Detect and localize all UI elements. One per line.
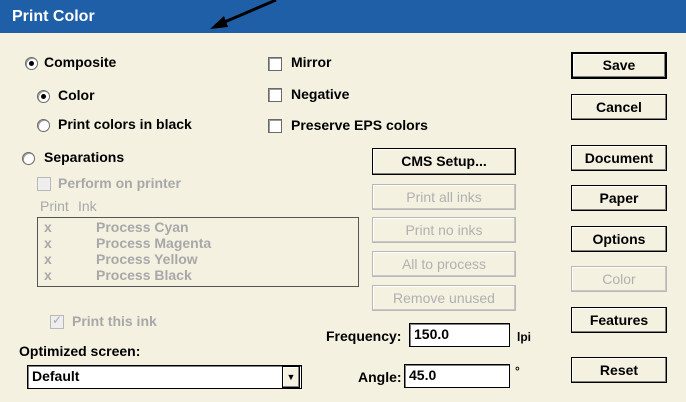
reset-button[interactable]: Reset (571, 357, 667, 383)
paper-button[interactable]: Paper (571, 185, 667, 211)
print-no-inks-button[interactable]: Print no inks (372, 217, 516, 243)
frequency-value: 150.0 (414, 326, 450, 342)
preserve-eps-checkbox[interactable] (268, 119, 282, 133)
color-label-button: Color (602, 271, 636, 287)
features-label: Features (589, 312, 649, 328)
ink-list[interactable]: x Process Cyan x Process Magenta x Proce… (37, 217, 359, 287)
ink-name: Process Magenta (96, 235, 212, 251)
color-label[interactable]: Color (58, 87, 95, 103)
mirror-label[interactable]: Mirror (291, 54, 331, 70)
remove-unused-button[interactable]: Remove unused (372, 285, 516, 311)
optimized-screen-value: Default (32, 368, 80, 384)
print-all-inks-button[interactable]: Print all inks (372, 184, 516, 210)
ink-print-mark: x (44, 235, 52, 251)
save-label: Save (602, 57, 636, 73)
print-this-ink-checkbox[interactable]: ✓ (50, 313, 64, 329)
reset-label: Reset (599, 362, 639, 378)
optimized-screen-label: Optimized screen: (19, 343, 141, 359)
composite-label[interactable]: Composite (44, 54, 116, 70)
separations-radio[interactable] (22, 152, 35, 165)
print-no-inks-label: Print no inks (405, 222, 483, 238)
print-colors-in-black-label[interactable]: Print colors in black (58, 116, 192, 132)
print-all-inks-label: Print all inks (406, 189, 482, 205)
ink-print-mark: x (44, 219, 52, 235)
cms-setup-label: CMS Setup... (401, 153, 487, 169)
frequency-label: Frequency: (326, 328, 402, 344)
preserve-eps-label[interactable]: Preserve EPS colors (291, 117, 428, 133)
ink-name: Process Black (96, 267, 192, 283)
list-header-print: Print (40, 198, 69, 214)
angle-value: 45.0 (409, 367, 437, 383)
separations-label[interactable]: Separations (44, 149, 124, 165)
window-title: Print Color (12, 8, 95, 25)
frequency-unit: lpi (517, 330, 531, 344)
perform-on-printer-checkbox[interactable] (37, 177, 51, 191)
ink-name: Process Yellow (96, 251, 198, 267)
all-to-process-button[interactable]: All to process (372, 251, 516, 277)
negative-label[interactable]: Negative (291, 86, 349, 102)
paper-label: Paper (599, 190, 639, 206)
annotation-arrow-icon (210, 0, 277, 29)
print-color-dialog: Print Color Composite Color Print colors… (0, 0, 686, 402)
angle-field[interactable]: 45.0 (404, 364, 510, 388)
cancel-button[interactable]: Cancel (571, 94, 667, 120)
cms-setup-button[interactable]: CMS Setup... (372, 148, 516, 175)
checkmark-icon: ✓ (52, 313, 63, 327)
dropdown-arrow-icon[interactable]: ▼ (282, 366, 300, 388)
ink-name: Process Cyan (96, 219, 189, 235)
angle-label: Angle: (358, 369, 402, 385)
print-this-ink-label: Print this ink (72, 313, 157, 329)
all-to-process-label: All to process (401, 256, 487, 272)
print-colors-in-black-radio[interactable] (37, 119, 50, 132)
features-button[interactable]: Features (571, 307, 667, 333)
document-button[interactable]: Document (571, 145, 667, 171)
color-radio[interactable] (37, 90, 50, 103)
options-label: Options (592, 231, 646, 247)
save-button[interactable]: Save (571, 52, 667, 79)
angle-unit: ° (515, 364, 520, 378)
document-label: Document (584, 150, 654, 166)
negative-checkbox[interactable] (268, 88, 282, 102)
title-bar[interactable]: Print Color (0, 0, 686, 33)
ink-print-mark: x (44, 251, 52, 267)
cancel-label: Cancel (596, 99, 642, 115)
list-header-ink: Ink (78, 198, 97, 214)
remove-unused-label: Remove unused (393, 290, 495, 306)
frequency-field[interactable]: 150.0 (409, 323, 510, 347)
perform-on-printer-label: Perform on printer (58, 175, 181, 191)
composite-radio[interactable] (25, 57, 38, 70)
mirror-checkbox[interactable] (268, 57, 282, 71)
ink-print-mark: x (44, 267, 52, 283)
color-button[interactable]: Color (571, 266, 667, 292)
optimized-screen-select[interactable]: Default (27, 365, 302, 389)
options-button[interactable]: Options (571, 226, 667, 252)
